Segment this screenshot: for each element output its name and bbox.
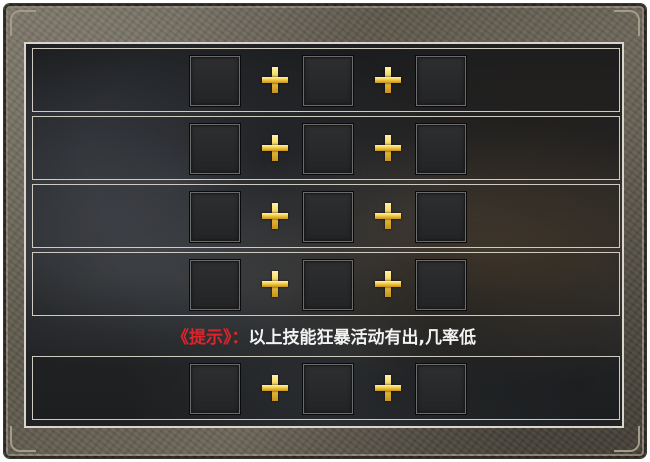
skill-slot[interactable] — [189, 191, 241, 243]
skill-slot[interactable] — [415, 191, 467, 243]
skill-slot[interactable] — [302, 259, 354, 311]
skill-slot[interactable] — [302, 123, 354, 175]
combo-row-2 — [32, 116, 620, 180]
frame-corner-ornament — [10, 426, 36, 452]
plus-icon — [260, 269, 290, 299]
skill-slot[interactable] — [189, 363, 241, 415]
skill-slot[interactable] — [189, 259, 241, 311]
skill-slot[interactable] — [302, 191, 354, 243]
skill-slot[interactable] — [415, 259, 467, 311]
frame-corner-ornament — [614, 426, 640, 452]
combo-row-bonus — [32, 356, 620, 420]
hint-label: 《提示》： — [172, 328, 249, 348]
plus-icon — [373, 133, 403, 163]
plus-icon — [260, 65, 290, 95]
plus-icon — [373, 201, 403, 231]
plus-icon — [373, 269, 403, 299]
combo-panel: 《提示》：以上技能狂暴活动有出,几率低 — [24, 42, 624, 428]
skill-slot[interactable] — [189, 123, 241, 175]
hint-text: 《提示》：以上技能狂暴活动有出,几率低 — [26, 324, 622, 352]
frame-corner-ornament — [614, 10, 640, 36]
skill-slot[interactable] — [189, 55, 241, 107]
plus-icon — [260, 201, 290, 231]
skill-slot[interactable] — [415, 363, 467, 415]
combo-row-1 — [32, 48, 620, 112]
skill-slot[interactable] — [302, 55, 354, 107]
plus-icon — [260, 373, 290, 403]
skill-slot[interactable] — [415, 55, 467, 107]
skill-slot[interactable] — [302, 363, 354, 415]
skill-slot[interactable] — [415, 123, 467, 175]
combo-row-4 — [32, 252, 620, 316]
combo-row-3 — [32, 184, 620, 248]
plus-icon — [373, 373, 403, 403]
plus-icon — [373, 65, 403, 95]
hint-message: 以上技能狂暴活动有出,几率低 — [248, 328, 476, 348]
frame-corner-ornament — [10, 10, 36, 36]
plus-icon — [260, 133, 290, 163]
